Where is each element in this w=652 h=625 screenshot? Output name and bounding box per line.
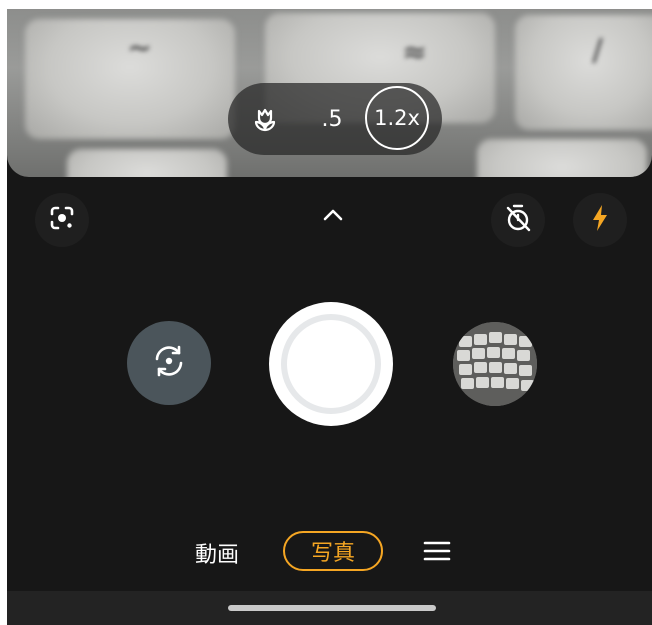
- zoom-wide-option[interactable]: .5: [310, 101, 354, 137]
- flash-button[interactable]: [573, 193, 627, 247]
- preview-key: [515, 15, 652, 130]
- preview-key: [67, 149, 227, 177]
- preview-key-mark: ≈: [402, 35, 428, 70]
- mode-video[interactable]: 動画: [185, 536, 249, 570]
- thumbnail-image: [453, 322, 537, 406]
- shutter-icon: [281, 314, 381, 414]
- more-modes-button[interactable]: [417, 536, 457, 570]
- preview-key-mark: /: [592, 33, 603, 68]
- camera-app: ~ ≈ / .5 1.2x 動画 写真: [7, 9, 652, 625]
- timer-button[interactable]: [491, 193, 545, 247]
- macro-icon[interactable]: [247, 101, 283, 137]
- flash-bolt-icon: [589, 203, 611, 237]
- chevron-up-icon: [322, 207, 344, 226]
- switch-camera-icon: [149, 341, 189, 385]
- google-lens-icon: [48, 204, 76, 236]
- switch-camera-button[interactable]: [127, 321, 211, 405]
- zoom-current-level[interactable]: 1.2x: [365, 86, 429, 150]
- lens-button[interactable]: [35, 193, 89, 247]
- menu-icon: [422, 540, 452, 566]
- mode-photo[interactable]: 写真: [283, 531, 383, 571]
- zoom-selector: .5 1.2x: [228, 83, 442, 155]
- preview-key: [477, 139, 647, 177]
- preview-key-mark: ~: [127, 31, 153, 66]
- home-indicator[interactable]: [228, 605, 436, 611]
- viewfinder[interactable]: ~ ≈ / .5 1.2x: [7, 9, 652, 177]
- expand-controls-button[interactable]: [313, 201, 353, 231]
- timer-off-icon: [503, 203, 533, 237]
- system-nav-bar: [7, 591, 652, 625]
- gallery-thumbnail[interactable]: [453, 322, 537, 406]
- shutter-button[interactable]: [269, 302, 393, 426]
